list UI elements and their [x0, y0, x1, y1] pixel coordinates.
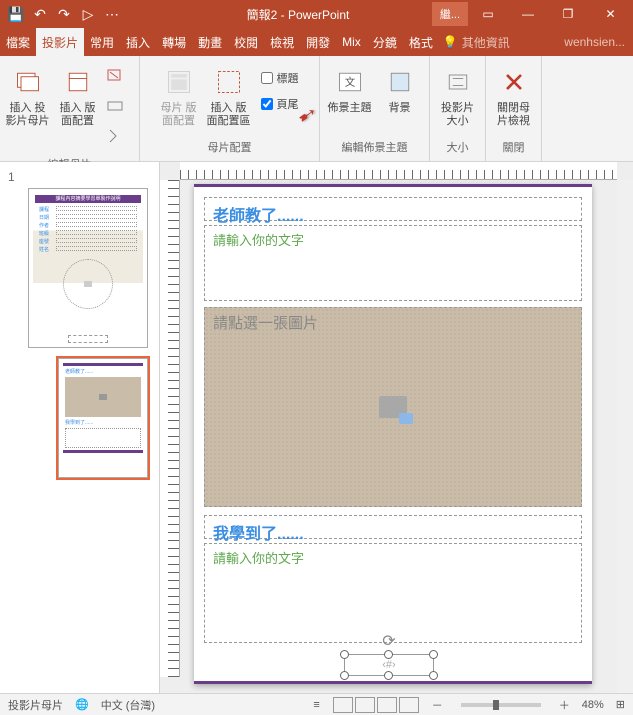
title-placeholder-1[interactable]: 老師教了...... [204, 197, 582, 221]
resize-handle[interactable] [384, 671, 393, 680]
start-slideshow-icon[interactable]: ▷ [78, 4, 98, 24]
compat-badge: 繼... [432, 2, 468, 26]
tell-me[interactable]: 💡 其他資訊 [439, 34, 514, 51]
zoom-level[interactable]: 48% [582, 699, 604, 711]
body-placeholder-2[interactable]: 請輸入你的文字 [204, 543, 582, 643]
tab-transitions[interactable]: 轉場 [156, 28, 192, 56]
fit-icon[interactable]: ⊞ [616, 698, 625, 711]
notes-icon[interactable]: ≡ [313, 699, 319, 711]
close-master-icon [498, 66, 530, 98]
insert-slide-master-button[interactable]: 插入 投影片母片 [4, 60, 52, 130]
quick-access-toolbar: 💾 ↶ ↷ ▷ ⋯ [0, 4, 128, 24]
tab-home[interactable]: 常用 [84, 28, 120, 56]
status-view: 投影片母片 [8, 697, 63, 713]
image-placeholder[interactable]: 請點選一張圖片 [204, 307, 582, 507]
ribbon: 插入 投影片母片 插入 版面配置 編輯母片 母片 版面配置 插入 版面配置區 [0, 56, 633, 162]
slide-editor: 老師教了...... 請輸入你的文字 請點選一張圖片 我學到了...... 請輸… [160, 162, 633, 693]
title-checkbox[interactable]: 標題 [257, 68, 303, 88]
master-layout-icon [163, 66, 195, 98]
view-buttons[interactable] [332, 697, 420, 713]
restore-icon[interactable]: ❐ [548, 0, 588, 28]
body-placeholder-1[interactable]: 請輸入你的文字 [204, 225, 582, 301]
placeholder-icon [213, 66, 245, 98]
status-language[interactable]: 中文 (台灣) [101, 697, 155, 713]
window-controls: ▭ — ❐ ✕ [468, 0, 633, 28]
slide-size-icon [442, 66, 474, 98]
tab-addon[interactable]: 分鏡 [367, 28, 403, 56]
resize-handle[interactable] [429, 650, 438, 659]
tab-slide-master[interactable]: 投影片 [36, 28, 84, 56]
group-label-master-layout: 母片配置 [208, 137, 252, 157]
insert-layout-button[interactable]: 插入 版面配置 [54, 60, 102, 130]
layout-thumbnail-selected[interactable]: 老師教了...... 我學到了...... [58, 358, 148, 478]
resize-handle[interactable] [340, 650, 349, 659]
tab-file[interactable]: 檔案 [0, 28, 36, 56]
tab-format[interactable]: 格式 [403, 28, 439, 56]
themes-icon: 文 [334, 66, 366, 98]
menu-bar: 檔案 投影片 常用 插入 轉場 動畫 校閱 檢視 開發 Mix 分鏡 格式 💡 … [0, 28, 633, 56]
user-account[interactable]: wenhsien... [556, 35, 633, 49]
undo-icon[interactable]: ↶ [30, 4, 50, 24]
themes-button[interactable]: 文 佈景主題 [326, 60, 374, 117]
insert-placeholder-button[interactable]: 插入 版面配置區 [205, 60, 253, 130]
zoom-in-button[interactable]: ＋ [559, 697, 570, 713]
bulb-icon: 💡 [443, 35, 458, 49]
background-icon [384, 66, 416, 98]
title-placeholder-2[interactable]: 我學到了...... [204, 515, 582, 539]
title-bar: 💾 ↶ ↷ ▷ ⋯ 簡報2 - PowerPoint 繼... ▭ — ❐ ✕ [0, 0, 633, 28]
close-master-button[interactable]: 關閉母 片檢視 [490, 60, 538, 130]
zoom-out-button[interactable]: － [432, 697, 443, 713]
horizontal-ruler[interactable] [180, 162, 617, 180]
minimize-icon[interactable]: — [508, 0, 548, 28]
resize-handle[interactable] [384, 650, 393, 659]
window-title: 簡報2 - PowerPoint 繼... [128, 6, 468, 23]
vertical-scrollbar[interactable] [617, 180, 633, 693]
delete-button[interactable] [106, 68, 134, 92]
tab-view[interactable]: 檢視 [264, 28, 300, 56]
preserve-button[interactable] [106, 128, 134, 152]
group-label-theme: 編輯佈景主題 [342, 137, 408, 157]
master-thumbnail[interactable]: 課程內容摘要學習單製作說明 課程 日期 作者 班級 座號 姓名 [28, 188, 148, 348]
picture-icon [379, 396, 407, 418]
redo-icon[interactable]: ↷ [54, 4, 74, 24]
master-number: 1 [8, 170, 151, 184]
layout-icon [62, 66, 94, 98]
background-button[interactable]: 背景 [376, 60, 424, 117]
workspace: 1 課程內容摘要學習單製作說明 課程 日期 作者 班級 座號 姓名 老師教了..… [0, 162, 633, 693]
ribbon-options-icon[interactable]: ▭ [468, 0, 508, 28]
tab-developer[interactable]: 開發 [300, 28, 336, 56]
resize-handle[interactable] [429, 671, 438, 680]
tab-mix[interactable]: Mix [336, 28, 367, 56]
qat-more-icon[interactable]: ⋯ [102, 4, 122, 24]
tab-animations[interactable]: 動畫 [192, 28, 228, 56]
tab-insert[interactable]: 插入 [120, 28, 156, 56]
group-label-size: 大小 [447, 137, 469, 157]
save-icon[interactable]: 💾 [6, 4, 26, 24]
thumbnail-pane[interactable]: 1 課程內容摘要學習單製作說明 課程 日期 作者 班級 座號 姓名 老師教了..… [0, 162, 160, 693]
master-layout-button[interactable]: 母片 版面配置 [155, 60, 203, 130]
slide-canvas[interactable]: 老師教了...... 請輸入你的文字 請點選一張圖片 我學到了...... 請輸… [194, 184, 592, 684]
close-icon[interactable]: ✕ [588, 0, 633, 28]
resize-handle[interactable] [340, 671, 349, 680]
rename-button[interactable] [106, 98, 134, 122]
tab-review[interactable]: 校閱 [228, 28, 264, 56]
zoom-slider[interactable] [461, 703, 541, 707]
rotate-handle-icon[interactable]: ⟳ [382, 631, 395, 651]
selected-placeholder[interactable]: ⟳ ‹#› [344, 654, 434, 676]
slide-master-icon [12, 66, 44, 98]
svg-text:文: 文 [344, 76, 355, 89]
vertical-ruler[interactable] [160, 180, 180, 677]
slide-size-button[interactable]: 投影片 大小 [434, 60, 482, 130]
status-bar: 投影片母片 🌐 中文 (台灣) ≡ － ＋ 48% ⊞ [0, 693, 633, 715]
group-label-close: 關閉 [503, 137, 525, 157]
globe-icon[interactable]: 🌐 [75, 698, 89, 711]
